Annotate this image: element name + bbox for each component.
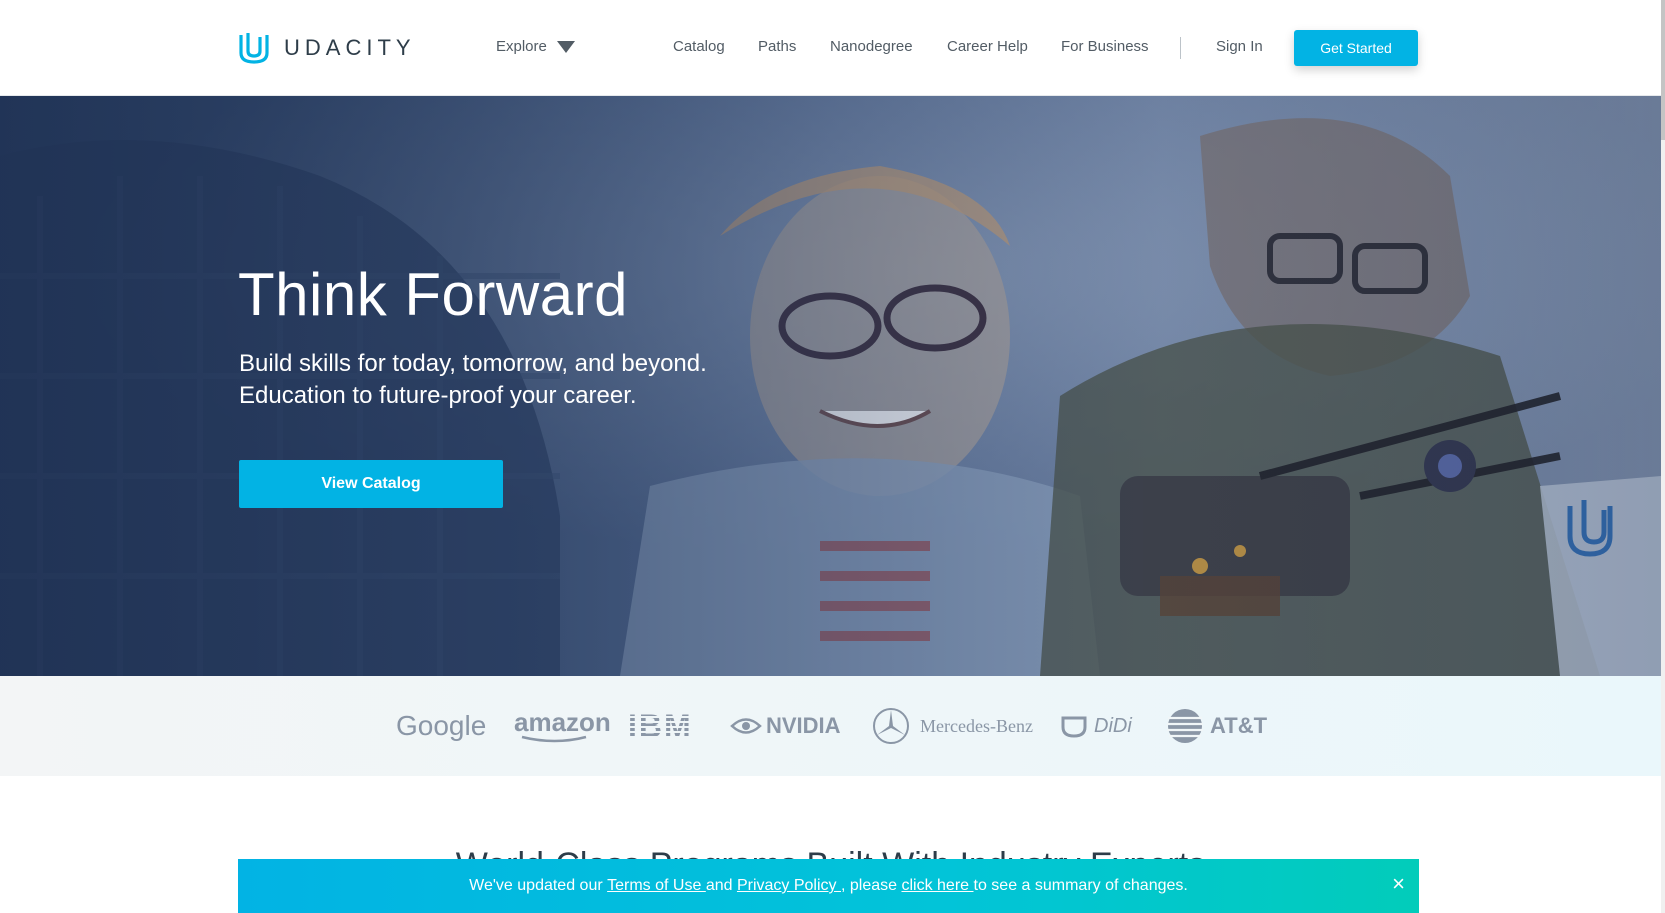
att-logo: AT&T	[1166, 706, 1267, 746]
mercedes-star-icon	[873, 708, 909, 744]
policy-notice-bar: We've updated our Terms of Use and Priva…	[238, 859, 1419, 913]
sign-in-link[interactable]: Sign In	[1216, 38, 1263, 55]
close-icon[interactable]: ×	[1392, 873, 1405, 895]
didi-icon	[1061, 716, 1087, 738]
click-here-link[interactable]: click here	[901, 877, 973, 895]
hero-subtitle-line-1: Build skills for today, tomorrow, and be…	[239, 350, 707, 377]
get-started-button[interactable]: Get Started	[1294, 30, 1418, 66]
nvidia-eye-icon	[730, 718, 762, 734]
caret-down-icon	[556, 40, 575, 53]
nav-paths[interactable]: Paths	[758, 38, 796, 55]
partner-logos: Google amazon IBM NVIDIA Mercedes-Benz D…	[0, 676, 1661, 776]
explore-dropdown[interactable]: Explore	[496, 38, 575, 55]
logo-wordmark: UDACITY	[284, 35, 416, 60]
google-logo: Google	[396, 710, 487, 741]
amazon-smile-icon	[521, 735, 587, 743]
scrollbar-thumb[interactable]	[1661, 0, 1665, 140]
att-globe-icon	[1167, 709, 1203, 743]
view-catalog-button[interactable]: View Catalog	[239, 460, 503, 508]
udacity-logo-icon	[239, 33, 269, 64]
amazon-logo: amazon	[514, 706, 611, 746]
terms-of-use-link[interactable]: Terms of Use	[607, 877, 706, 895]
didi-logo: DiDi	[1060, 706, 1132, 746]
udacity-logo[interactable]: UDACITY	[238, 31, 416, 65]
page-scrollbar[interactable]	[1661, 0, 1665, 913]
hero-subtitle-line-2: Education to future-proof your career.	[239, 382, 637, 409]
nav-career-help[interactable]: Career Help	[947, 38, 1028, 55]
privacy-policy-link[interactable]: Privacy Policy	[737, 877, 841, 895]
hero-title: Think Forward	[238, 261, 628, 328]
nvidia-logo: NVIDIA	[730, 706, 841, 746]
nav-catalog[interactable]: Catalog	[673, 38, 725, 55]
explore-label: Explore	[496, 38, 547, 55]
notice-text-3: , please	[840, 877, 902, 894]
ibm-logo: IBM	[628, 707, 693, 744]
notice-text-2: and	[705, 877, 737, 894]
nav-for-business[interactable]: For Business	[1061, 38, 1149, 55]
site-header: UDACITY Explore Catalog Paths Nanodegree…	[0, 0, 1661, 96]
mercedes-benz-logo: Mercedes-Benz	[872, 706, 1033, 746]
hero-subtitle: Build skills for today, tomorrow, and be…	[239, 348, 707, 412]
notice-text-1: We've updated our	[469, 877, 608, 894]
hero-banner: Think Forward Build skills for today, to…	[0, 96, 1661, 676]
notice-text-4: to see a summary of changes.	[973, 877, 1188, 894]
nav-nanodegree[interactable]: Nanodegree	[830, 38, 913, 55]
nav-divider	[1180, 37, 1181, 59]
